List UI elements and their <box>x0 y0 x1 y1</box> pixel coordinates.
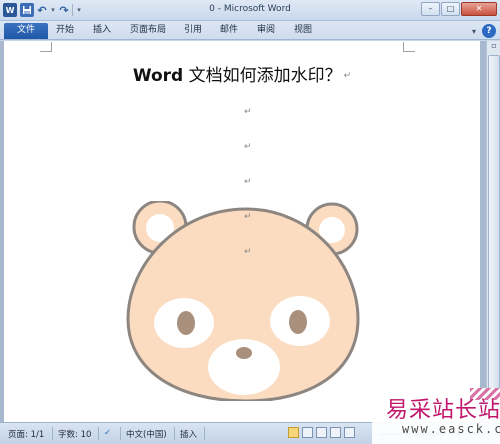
status-separator <box>98 427 99 440</box>
tab-view[interactable]: 视图 <box>290 23 316 39</box>
proofing-icon[interactable]: ✓ <box>104 428 111 438</box>
status-word-count[interactable]: 字数: 10 <box>58 428 91 440</box>
tab-insert[interactable]: 插入 <box>89 23 115 39</box>
status-separator <box>174 427 175 440</box>
paragraph-mark: ↵ <box>244 177 252 187</box>
bear-watermark-image <box>126 201 360 401</box>
paragraph-mark: ↵ <box>244 247 252 257</box>
status-page-count[interactable]: 页面: 1/1 <box>8 428 44 440</box>
tab-file[interactable]: 文件 <box>4 23 48 39</box>
chevron-down-icon[interactable]: ▾ <box>472 27 476 36</box>
paragraph-mark: ↵ <box>343 71 352 81</box>
site-watermark: 易采站长站 www.easck.com <box>372 388 500 444</box>
outline-view-icon[interactable] <box>330 427 341 438</box>
scrollbar-thumb[interactable] <box>488 55 500 395</box>
maximize-button[interactable]: □ <box>441 2 460 16</box>
paragraph-mark: ↵ <box>244 107 252 117</box>
margin-corner-top-left <box>40 42 52 52</box>
margin-corner-top-right <box>403 42 415 52</box>
ribbon-tab-bar: 文件 开始 插入 页面布局 引用 邮件 审阅 视图 ▾ ? <box>0 21 500 40</box>
tab-references[interactable]: 引用 <box>180 23 206 39</box>
tab-home[interactable]: 开始 <box>52 23 78 39</box>
vertical-scrollbar[interactable]: ▫ ▲ ▼ <box>486 41 500 422</box>
bear-nose <box>236 347 252 359</box>
window-controls: – □ ✕ <box>421 2 497 16</box>
status-language[interactable]: 中文(中国) <box>126 428 167 440</box>
tab-mailings[interactable]: 邮件 <box>216 23 242 39</box>
tab-page-layout[interactable]: 页面布局 <box>126 23 170 39</box>
paragraph-mark: ↵ <box>244 142 252 152</box>
status-separator <box>52 427 53 440</box>
document-title-text: 文档如何添加水印？ <box>183 66 342 86</box>
draft-view-icon[interactable] <box>344 427 355 438</box>
ribbon-right-controls: ▾ ? <box>472 24 496 38</box>
status-insert-mode[interactable]: 插入 <box>180 428 197 440</box>
status-separator <box>120 427 121 440</box>
help-icon[interactable]: ? <box>482 24 496 38</box>
document-title[interactable]: Word 文档如何添加水印？ ↵ <box>4 61 480 86</box>
title-bar: W ↶ ▾ ↷ ▾ 0 - Microsoft Word – □ ✕ <box>0 0 500 21</box>
document-area: Word 文档如何添加水印？ ↵ ↵ ↵ ↵ ↵ ↵ <box>0 41 486 422</box>
web-layout-view-icon[interactable] <box>316 427 327 438</box>
minimize-button[interactable]: – <box>421 2 440 16</box>
close-button[interactable]: ✕ <box>461 2 497 16</box>
tab-review[interactable]: 审阅 <box>253 23 279 39</box>
ruler-toggle-icon[interactable]: ▫ <box>488 41 500 53</box>
print-layout-view-icon[interactable] <box>288 427 299 438</box>
watermark-url-text: www.easck.com <box>402 422 500 436</box>
bear-right-eye <box>289 310 307 334</box>
document-page[interactable]: Word 文档如何添加水印？ ↵ ↵ ↵ ↵ ↵ ↵ <box>4 41 480 422</box>
document-title-bold: Word <box>132 66 184 86</box>
paragraph-mark: ↵ <box>244 212 252 222</box>
full-screen-reading-view-icon[interactable] <box>302 427 313 438</box>
status-separator <box>204 427 205 440</box>
bear-left-eye <box>177 311 195 335</box>
watermark-chinese-text: 易采站长站 <box>386 398 500 423</box>
